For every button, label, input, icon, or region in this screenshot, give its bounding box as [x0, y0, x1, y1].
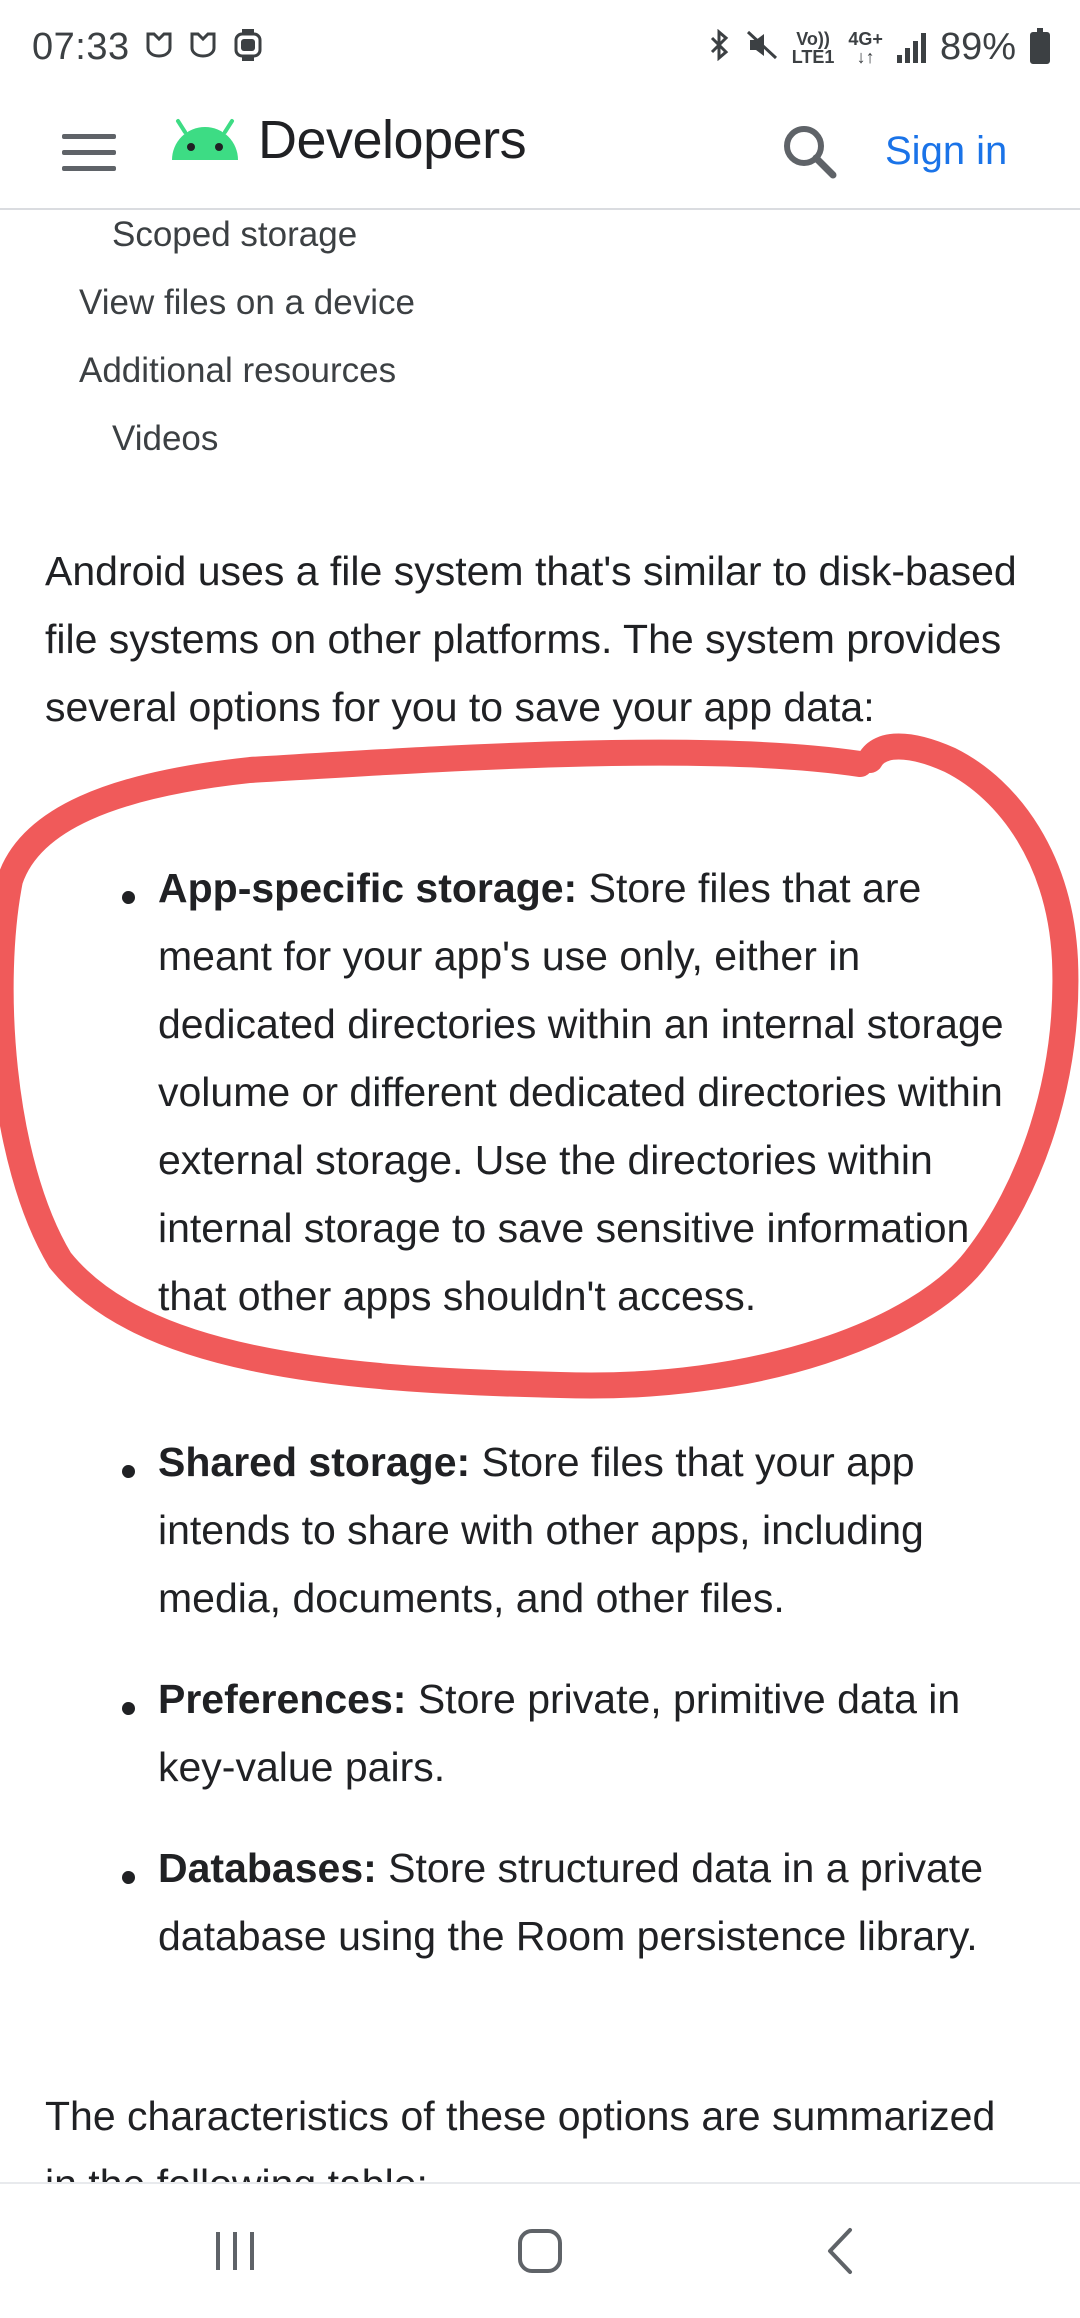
recents-button[interactable]: [180, 2184, 290, 2318]
mute-icon: [746, 29, 778, 66]
toc-item-additional-resources[interactable]: Additional resources: [79, 351, 396, 391]
recents-icon: [216, 2232, 254, 2270]
bullet-term: Databases:: [158, 1845, 377, 1891]
list-item-shared-storage: Shared storage: Store files that your ap…: [158, 1428, 1038, 1632]
bullet-dot: [122, 891, 135, 904]
toc-item-view-files[interactable]: View files on a device: [79, 283, 415, 323]
home-icon: [518, 2229, 562, 2273]
brand-logo[interactable]: Developers: [168, 109, 527, 171]
volte-label: Vo)): [796, 28, 830, 49]
search-button[interactable]: [775, 117, 845, 187]
status-left: 07:33: [32, 26, 264, 69]
data-type-label: 4G+: [848, 28, 883, 49]
notification-icon: [188, 30, 218, 65]
status-time: 07:33: [32, 26, 130, 68]
list-item-preferences: Preferences: Store private, primitive da…: [158, 1665, 1038, 1801]
search-icon: [784, 126, 837, 179]
watch-icon: [232, 28, 264, 67]
intro-paragraph: Android uses a file system that's simila…: [45, 548, 1017, 730]
list-item-app-specific-storage: App-specific storage: Store files that a…: [158, 854, 1038, 1330]
system-nav-bar: [0, 2182, 1080, 2318]
battery-icon: [1030, 27, 1050, 64]
list-item-databases: Databases: Store structured data in a pr…: [158, 1834, 1038, 1970]
brand-title: Developers: [258, 110, 527, 170]
sign-in-link[interactable]: Sign in: [885, 121, 1007, 181]
data-arrows-label: ↓↑: [856, 46, 875, 67]
bluetooth-icon: [708, 28, 732, 66]
signal-icon: [896, 32, 926, 63]
battery-percent: 89%: [939, 26, 1016, 68]
notification-icon: [144, 30, 174, 65]
bullet-term: App-specific storage:: [158, 865, 578, 911]
status-right: Vo)) LTE1 4G+ ↓↑ 89%: [708, 26, 1050, 69]
menu-icon[interactable]: [62, 125, 116, 179]
back-icon: [828, 2228, 852, 2274]
bullet-dot: [122, 1702, 135, 1715]
bullet-dot: [122, 1871, 135, 1884]
toc-item-scoped-storage[interactable]: Scoped storage: [112, 215, 357, 255]
bullet-dot: [122, 1465, 135, 1478]
lte-label: LTE1: [791, 46, 835, 67]
android-logo-icon: [172, 119, 238, 160]
back-button[interactable]: [780, 2184, 900, 2318]
status-bar: 07:33 Vo)) LTE1 4G+ ↓↑ 89%: [0, 0, 1080, 95]
bullet-term: Shared storage:: [158, 1439, 471, 1485]
volte-indicator: Vo)) LTE1: [792, 30, 835, 66]
home-button[interactable]: [480, 2184, 600, 2318]
bullet-term: Preferences:: [158, 1676, 407, 1722]
app-bar: Developers Sign in: [0, 95, 1080, 210]
bullet-text: Store files that are meant for your app'…: [158, 865, 1004, 1319]
data-indicator: 4G+ ↓↑: [848, 30, 883, 66]
toc-item-videos[interactable]: Videos: [112, 419, 218, 459]
